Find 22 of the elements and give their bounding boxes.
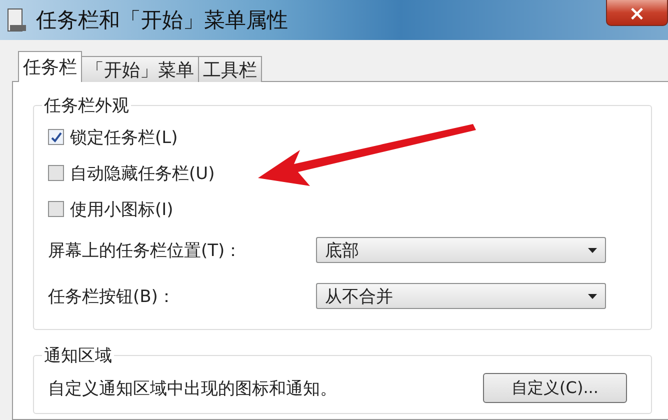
caret-icon <box>588 248 597 252</box>
tab[interactable]: 工具栏 <box>198 56 262 82</box>
tab[interactable]: 任务栏 <box>18 51 82 82</box>
checkbox[interactable] <box>48 129 64 145</box>
tab[interactable]: 「开始」菜单 <box>81 56 199 82</box>
checkbox-label: 自动隐藏任务栏(U) <box>70 162 215 184</box>
checkbox[interactable] <box>48 201 64 217</box>
caret-icon <box>588 294 597 298</box>
dropdown-label: 任务栏按钮(B)： <box>48 286 176 308</box>
group-title: 任务栏外观 <box>43 95 130 117</box>
checkbox-label: 使用小图标(I) <box>70 198 174 220</box>
group-title: 通知区域 <box>43 345 113 367</box>
customize-button[interactable]: 自定义(C)... <box>483 373 627 403</box>
dropdown[interactable]: 底部 <box>316 237 606 263</box>
app-icon <box>6 7 28 33</box>
checkbox-label: 锁定任务栏(L) <box>70 126 178 148</box>
description-text: 自定义通知区域中出现的图标和通知。 <box>48 378 337 400</box>
dropdown[interactable]: 从不合并 <box>316 283 606 309</box>
close-button[interactable]: × <box>606 0 668 26</box>
window-title: 任务栏和「开始」菜单属性 <box>36 7 289 34</box>
checkbox[interactable] <box>48 165 64 181</box>
dropdown-label: 屏幕上的任务栏位置(T)： <box>48 240 243 262</box>
